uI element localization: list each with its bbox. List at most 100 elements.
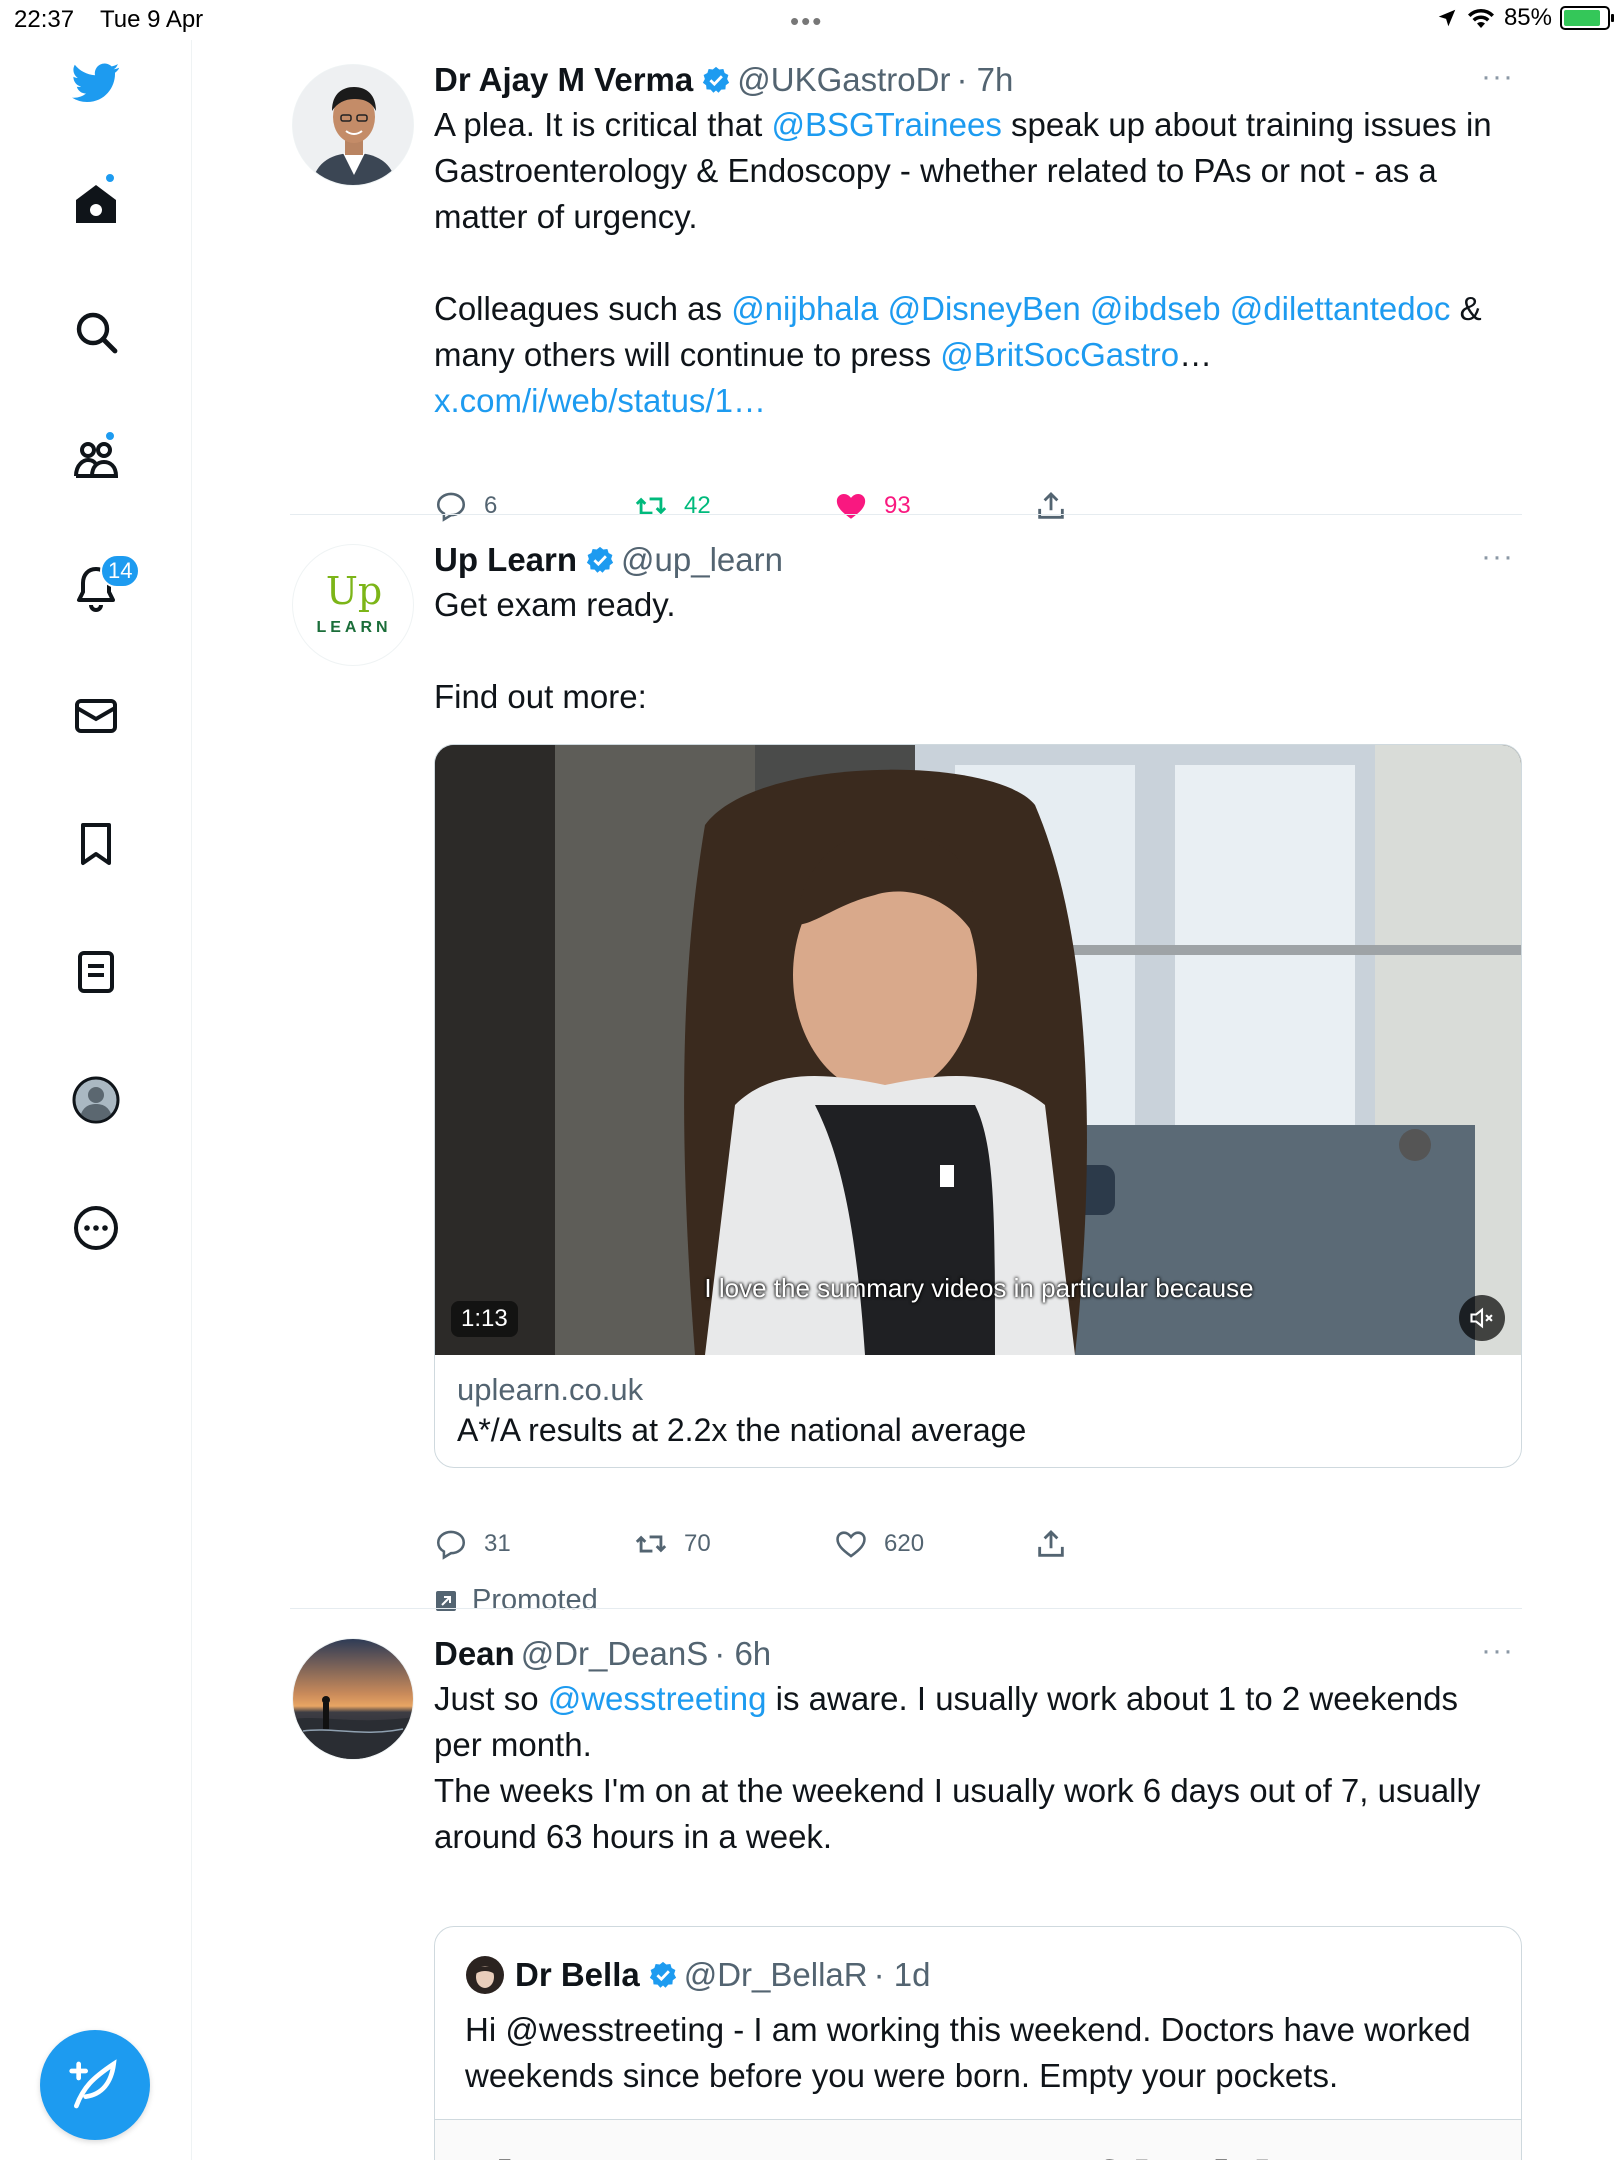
avatar[interactable] xyxy=(292,64,414,186)
tweet-header: Dean @Dr_DeanS · 6h xyxy=(434,1634,1514,1674)
share-icon xyxy=(1038,1529,1064,1557)
tweet-more-icon[interactable]: ··· xyxy=(1481,60,1514,94)
reply-button[interactable]: 31 xyxy=(434,1524,634,1564)
notifications-badge: 14 xyxy=(100,554,141,588)
tweet-time[interactable]: · 6h xyxy=(714,1634,771,1674)
mention-links[interactable]: @nijbhala @DisneyBen @ibdseb @dilettante… xyxy=(731,290,1450,327)
tweet-text-segment: Colleagues such as xyxy=(434,290,732,327)
lists-icon xyxy=(78,951,114,993)
tweet-more-icon[interactable]: ··· xyxy=(1481,540,1514,574)
twitter-bird-icon[interactable] xyxy=(64,50,128,114)
video-duration: 1:13 xyxy=(451,1301,518,1337)
video-player[interactable]: 1:13 I love the summary videos in partic… xyxy=(435,745,1521,1355)
nav-profile[interactable] xyxy=(64,1068,128,1132)
nav-home[interactable] xyxy=(64,172,128,236)
author-name[interactable]: Dr Ajay M Verma xyxy=(434,60,693,100)
like-count: 620 xyxy=(884,1530,925,1557)
card-title: A*/A results at 2.2x the national averag… xyxy=(457,1412,1027,1448)
verified-badge-icon xyxy=(703,66,730,93)
wifi-icon xyxy=(1467,8,1494,28)
nav-search[interactable] xyxy=(64,300,128,364)
mute-button[interactable] xyxy=(1459,1295,1505,1341)
share-button[interactable] xyxy=(1034,486,1094,526)
retweet-count: 42 xyxy=(684,492,711,519)
home-unread-dot xyxy=(104,172,116,184)
nav-communities[interactable] xyxy=(64,428,128,492)
card-domain: uplearn.co.uk xyxy=(457,1372,644,1407)
retweet-button[interactable]: 42 xyxy=(634,486,834,526)
link-card[interactable]: 1:13 I love the summary videos in partic… xyxy=(434,744,1522,1468)
tweet-time[interactable]: · 7h xyxy=(956,60,1013,100)
quote-avatar[interactable] xyxy=(465,1955,505,1995)
tweet-text-line: Get exam ready. xyxy=(434,586,676,623)
tweet-text-segment: … xyxy=(1179,336,1213,373)
volume-muted-icon xyxy=(1470,1307,1493,1329)
quote-media-preview[interactable]: e latest in a series of bold statement xyxy=(435,2119,1521,2160)
heart-icon xyxy=(836,1531,866,1558)
communities-unread-dot xyxy=(104,430,116,442)
nav-more[interactable] xyxy=(64,1196,128,1260)
author-name[interactable]: Up Learn xyxy=(434,540,577,580)
avatar[interactable] xyxy=(292,1638,414,1760)
tweet-text-segment: Just so xyxy=(434,1680,548,1717)
multitasking-dots[interactable]: ••• xyxy=(790,6,823,37)
video-frame-image xyxy=(435,745,1521,1355)
tweet-divider xyxy=(290,514,1522,515)
search-icon xyxy=(76,312,118,354)
quote-tweet[interactable]: Dr Bella @Dr_BellaR · 1d Hi @wesstreetin… xyxy=(434,1926,1522,2160)
nav-messages[interactable] xyxy=(64,684,128,748)
show-more-link[interactable]: x.com/i/web/status/1… xyxy=(434,382,766,419)
reply-icon xyxy=(436,1530,466,1560)
retweet-icon xyxy=(635,497,667,515)
status-right: 85% xyxy=(1436,4,1614,32)
video-subtitle: I love the summary videos in particular … xyxy=(704,1273,1254,1303)
author-handle[interactable]: @up_learn xyxy=(621,540,783,580)
avatar-photo-icon xyxy=(293,1639,413,1759)
location-arrow-icon xyxy=(1438,9,1456,27)
tweet-text-segment: A plea. It is critical that xyxy=(434,106,772,143)
share-icon xyxy=(1038,491,1064,519)
author-name[interactable]: Dean xyxy=(434,1634,515,1674)
author-handle[interactable]: @Dr_DeanS xyxy=(521,1634,709,1674)
reply-count: 31 xyxy=(484,1530,511,1557)
quote-author-handle[interactable]: @Dr_BellaR xyxy=(684,1956,868,1994)
tweet-more-icon[interactable]: ··· xyxy=(1481,1634,1514,1668)
quote-header: Dr Bella @Dr_BellaR · 1d xyxy=(465,1955,930,1995)
nav-bookmarks[interactable] xyxy=(64,812,128,876)
heart-filled-icon xyxy=(836,493,866,519)
tweet-content: Dean @Dr_DeanS · 6h ··· Just so @wesstre… xyxy=(434,1634,1514,1860)
quote-time: · 1d xyxy=(873,1956,931,1993)
reply-count: 6 xyxy=(484,492,498,519)
compose-tweet-button[interactable] xyxy=(40,2030,150,2140)
mention-link[interactable]: @BritSocGastro xyxy=(940,336,1179,373)
share-button[interactable] xyxy=(1034,1524,1094,1564)
mention-link[interactable]: @BSGTrainees xyxy=(771,106,1001,143)
mention-link[interactable]: @wesstreeting xyxy=(548,1680,767,1717)
nav-lists[interactable] xyxy=(64,940,128,1004)
sidebar: 14 xyxy=(0,40,192,2160)
tweet-actions: 31 70 620 xyxy=(434,1524,1094,1564)
retweet-button[interactable]: 70 xyxy=(634,1524,834,1564)
like-button[interactable]: 620 xyxy=(834,1524,1034,1564)
quote-author-name[interactable]: Dr Bella xyxy=(515,1956,640,1994)
reply-button[interactable]: 6 xyxy=(434,486,634,526)
like-count: 93 xyxy=(884,492,911,519)
promoted-text: Promoted xyxy=(472,1584,598,1616)
tweet-header: Dr Ajay M Verma @UKGastroDr · 7h xyxy=(434,60,1514,100)
promoted-label[interactable]: Promoted xyxy=(434,1584,598,1617)
bookmarks-icon xyxy=(81,823,111,865)
up-learn-logo-top: Up xyxy=(325,569,383,613)
status-bar: 22:37 Tue 9 Apr ••• 85% xyxy=(0,0,1620,40)
author-handle[interactable]: @UKGastroDr xyxy=(737,60,950,100)
avatar[interactable]: Up LEARN xyxy=(292,544,414,666)
like-button[interactable]: 93 xyxy=(834,486,1034,526)
tweet-actions: 6 42 93 xyxy=(434,486,1094,526)
tweet-text-line: The weeks I'm on at the weekend I usuall… xyxy=(434,1772,1481,1855)
status-time: 22:37 xyxy=(14,6,75,33)
card-meta: uplearn.co.uk A*/A results at 2.2x the n… xyxy=(435,1355,1521,1467)
tweet-content: Dr Ajay M Verma @UKGastroDr · 7h ··· A p… xyxy=(434,60,1514,424)
battery-percent: 85% xyxy=(1503,4,1552,31)
tweet-text: Get exam ready. Find out more: xyxy=(434,582,1514,720)
